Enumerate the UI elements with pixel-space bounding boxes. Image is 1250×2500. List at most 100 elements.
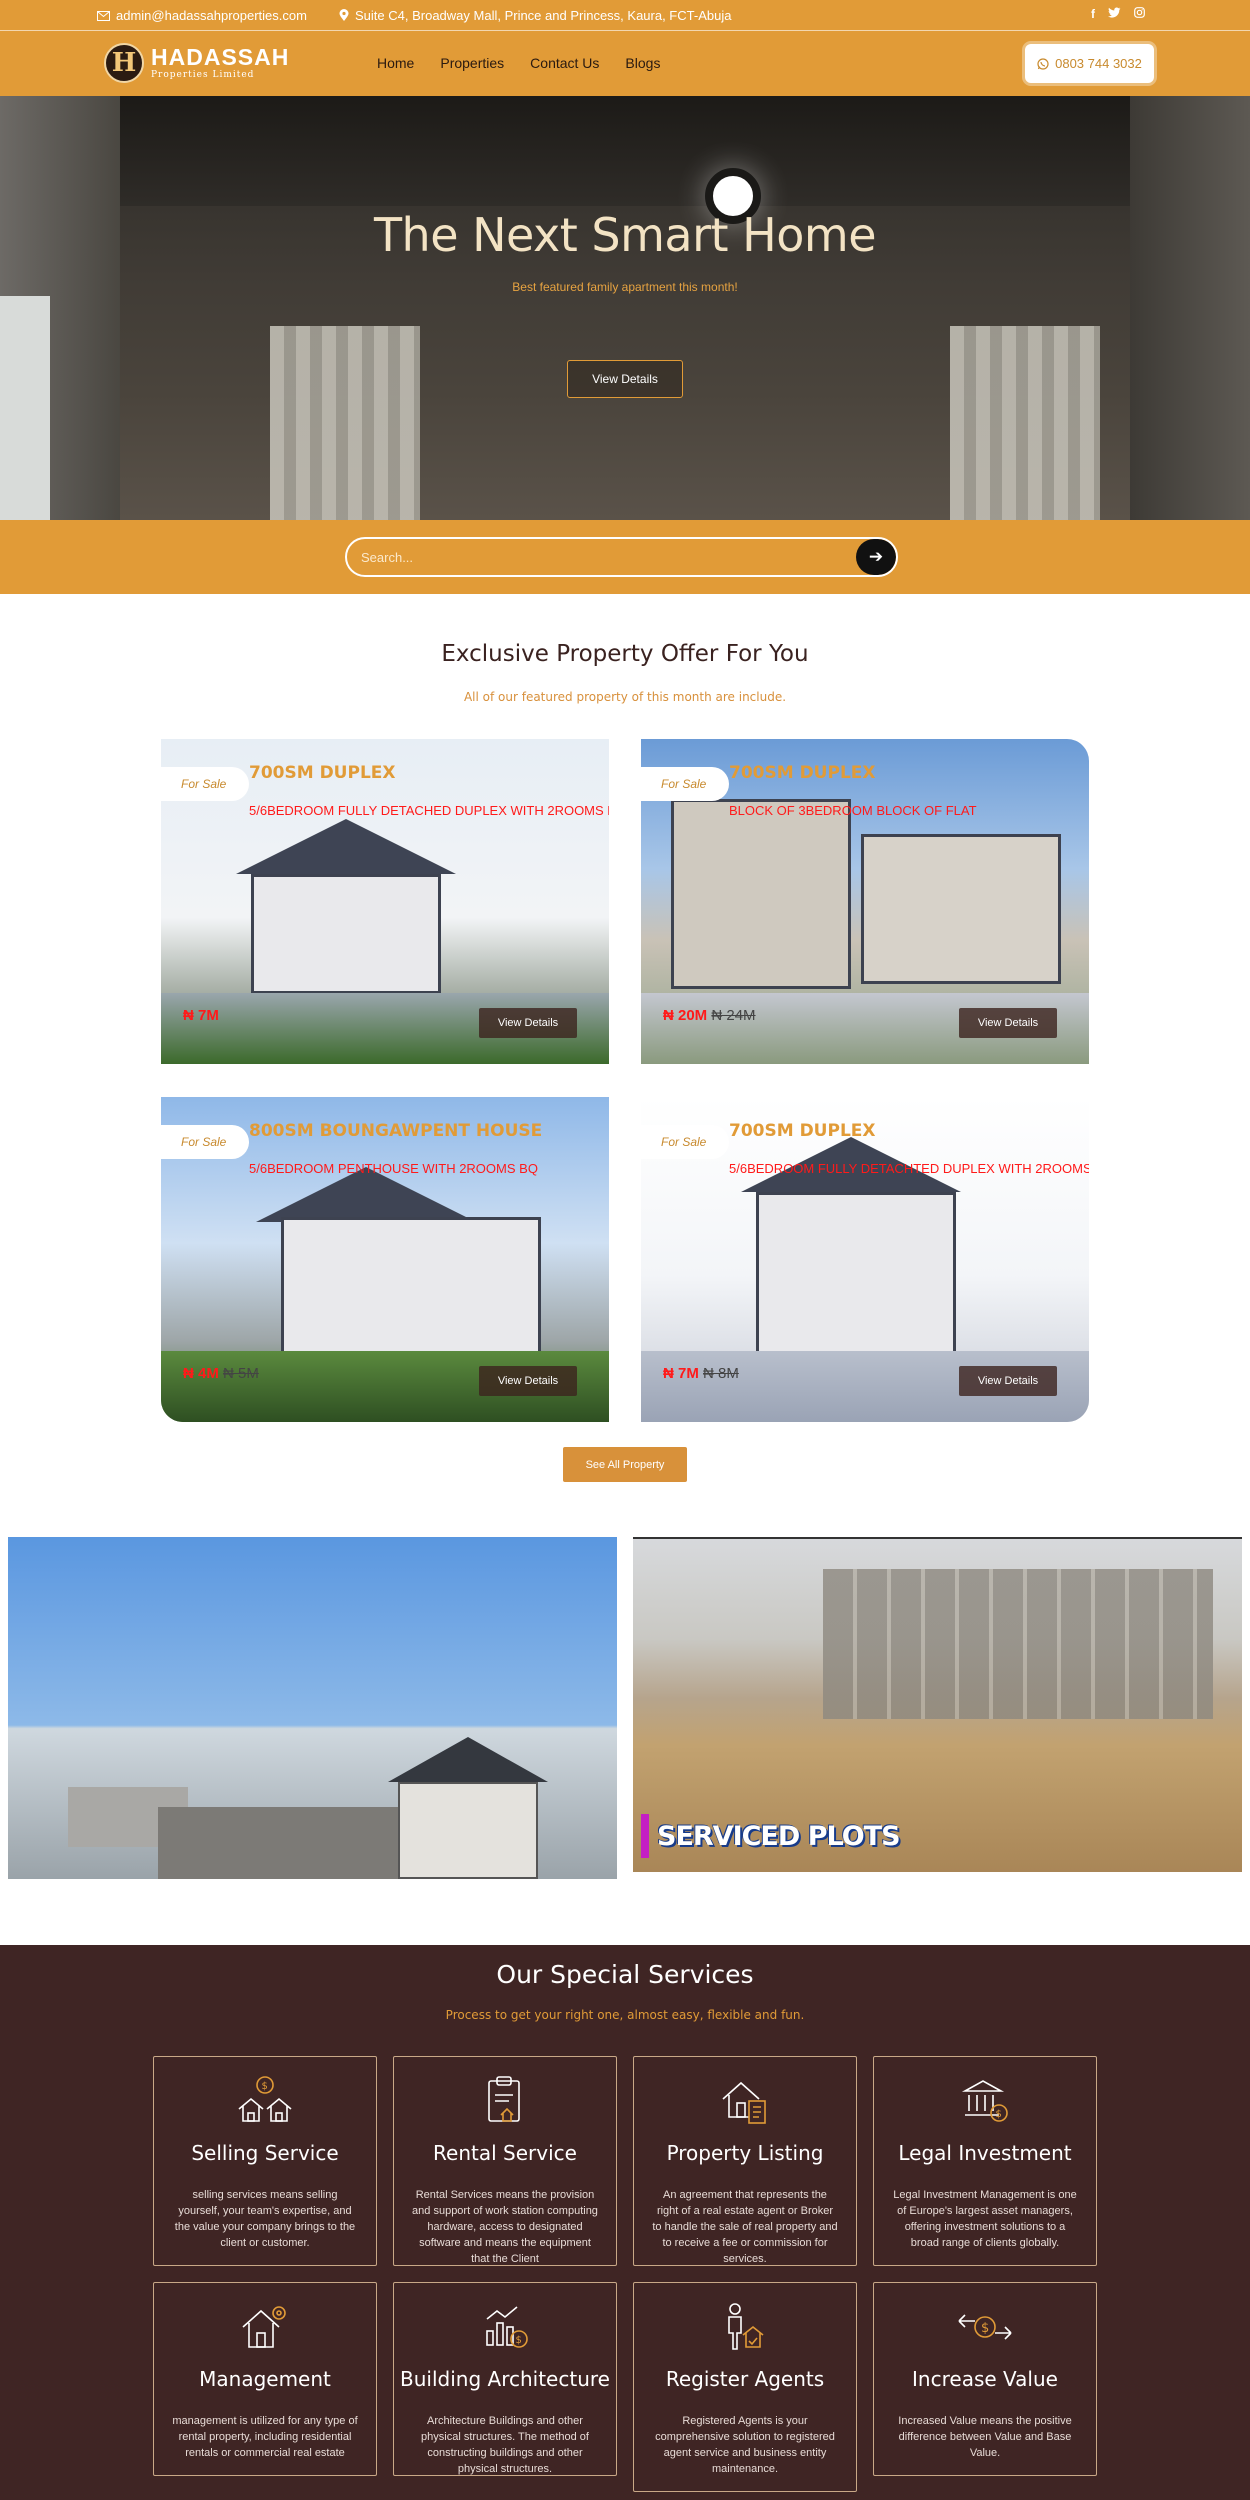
property-price: ₦ 7M: [183, 1007, 219, 1024]
property-description: 5/6BEDROOM FULLY DETACHTED DUPLEX WITH 2…: [729, 1161, 1089, 1176]
nav-link-contact[interactable]: Contact Us: [530, 55, 599, 71]
house-gear-icon: [242, 2306, 286, 2348]
nav-link-properties[interactable]: Properties: [440, 55, 504, 71]
curtain-right: [950, 326, 1100, 520]
logo[interactable]: H HADASSAH Properties Limited: [104, 43, 289, 83]
social-links: f: [1091, 7, 1145, 21]
houses-coin-icon: $: [238, 2076, 292, 2122]
service-title: Management: [199, 2367, 331, 2391]
email-text: admin@hadassahproperties.com: [116, 8, 307, 23]
property-card[interactable]: For Sale 700SM DUPLEX BLOCK OF 3BEDROOM …: [641, 739, 1089, 1064]
chart-coin-icon: $: [486, 2306, 528, 2348]
offers-title: Exclusive Property Offer For You: [441, 641, 809, 667]
promo-banner-house[interactable]: [8, 1537, 617, 1879]
property-card[interactable]: For Sale 700SM DUPLEX 5/6BEDROOM FULLY D…: [161, 739, 609, 1064]
contact-address: Suite C4, Broadway Mall, Prince and Prin…: [339, 8, 731, 23]
service-description: Legal Investment Management is one of Eu…: [893, 2189, 1077, 2249]
service-description: selling services means selling yourself,…: [174, 2189, 356, 2249]
for-sale-tag: For Sale: [161, 767, 249, 801]
nav-link-home[interactable]: Home: [377, 55, 414, 71]
house-image: [281, 1217, 541, 1357]
current-price: ₦ 20M: [663, 1007, 708, 1024]
service-card-building-architecture[interactable]: $ Building Architecture Architecture Bui…: [393, 2282, 617, 2476]
current-price: ₦ 7M: [663, 1365, 699, 1382]
service-description: management is utilized for any type of r…: [172, 2415, 358, 2459]
property-title: 700SM DUPLEX: [249, 763, 396, 783]
old-price: ₦ 24M: [711, 1007, 756, 1024]
hero-subtitle: Best featured family apartment this mont…: [512, 280, 738, 294]
arrow-right-icon: ➔: [868, 547, 884, 566]
nav-menu: Home Properties Contact Us Blogs: [377, 55, 660, 71]
service-card-property-listing[interactable]: Property Listing An agreement that repre…: [633, 2056, 857, 2266]
current-price: ₦ 4M: [183, 1365, 219, 1382]
house-image: [398, 1782, 538, 1879]
facebook-icon[interactable]: f: [1091, 7, 1095, 21]
svg-text:$: $: [516, 2335, 522, 2346]
service-title: Property Listing: [666, 2141, 824, 2165]
agent-house-icon: [728, 2303, 764, 2350]
services-title: Our Special Services: [496, 1960, 754, 1989]
logo-name: HADASSAH: [151, 44, 290, 70]
contact-email[interactable]: admin@hadassahproperties.com: [97, 8, 307, 23]
for-sale-tag: For Sale: [161, 1125, 249, 1159]
search-submit-button[interactable]: ➔: [856, 539, 896, 575]
serviced-plots-text: SERVICED PLOTS: [657, 1820, 901, 1852]
service-card-increase-value[interactable]: $ Increase Value Increased Value means t…: [873, 2282, 1097, 2476]
property-description: 5/6BEDROOM PENTHOUSE WITH 2ROOMS BQ: [249, 1161, 538, 1176]
service-description: Architecture Buildings and other physica…: [421, 2415, 589, 2475]
hero-banner: The Next Smart Home Best featured family…: [0, 96, 1250, 520]
hero-view-details-button[interactable]: View Details: [567, 360, 683, 398]
service-description: Increased Value means the positive diffe…: [898, 2415, 1072, 2459]
instagram-icon[interactable]: [1134, 7, 1145, 18]
service-title: Rental Service: [433, 2141, 577, 2165]
svg-text:$: $: [996, 2109, 1002, 2120]
nav-link-blogs[interactable]: Blogs: [625, 55, 660, 71]
old-price: ₦ 5M: [223, 1365, 259, 1382]
promo-banner-serviced-plots[interactable]: SERVICED PLOTS: [633, 1537, 1242, 1872]
view-details-button[interactable]: View Details: [479, 1366, 577, 1396]
house-listing-icon: [722, 2081, 766, 2124]
serviced-plots-label: SERVICED PLOTS: [641, 1814, 901, 1858]
house-image: [756, 1192, 956, 1362]
services-subtitle: Process to get your right one, almost ea…: [445, 2008, 805, 2022]
property-price: ₦ 4M ₦ 5M: [183, 1365, 259, 1382]
service-card-management[interactable]: Management management is utilized for an…: [153, 2282, 377, 2476]
view-details-button[interactable]: View Details: [959, 1008, 1057, 1038]
house-image: [671, 799, 851, 989]
logo-mark: H: [104, 43, 144, 83]
service-title: Building Architecture: [400, 2367, 610, 2391]
service-description: Rental Services means the provision and …: [412, 2189, 598, 2265]
property-title: 700SM DUPLEX: [729, 763, 876, 783]
service-description: An agreement that represents the right o…: [652, 2189, 838, 2265]
service-card-register-agents[interactable]: Register Agents Registered Agents is you…: [633, 2282, 857, 2492]
service-card-legal-investment[interactable]: $ Legal Investment Legal Investment Mana…: [873, 2056, 1097, 2266]
search-input[interactable]: [347, 539, 856, 575]
construction-image: [823, 1569, 1213, 1719]
service-description: Registered Agents is your comprehensive …: [655, 2415, 835, 2475]
envelope-icon: [97, 10, 110, 21]
for-sale-tag: For Sale: [641, 767, 729, 801]
twitter-icon[interactable]: [1108, 7, 1121, 18]
phone-button[interactable]: 0803 744 3032: [1025, 44, 1154, 83]
old-price: ₦ 8M: [703, 1365, 739, 1382]
coin-exchange-icon: $: [958, 2314, 1012, 2340]
property-price: ₦ 20M ₦ 24M: [663, 1007, 756, 1024]
property-card[interactable]: For Sale 800SM BOUNGAWPENT HOUSE 5/6BEDR…: [161, 1097, 609, 1422]
map-pin-icon: [339, 9, 349, 21]
service-title: Register Agents: [665, 2367, 825, 2391]
property-title: 700SM DUPLEX: [729, 1121, 876, 1141]
see-all-property-button[interactable]: See All Property: [563, 1447, 687, 1482]
svg-text:$: $: [262, 2081, 268, 2092]
phone-number: 0803 744 3032: [1055, 56, 1142, 71]
whatsapp-icon: [1037, 57, 1049, 70]
service-card-rental[interactable]: Rental Service Rental Services means the…: [393, 2056, 617, 2266]
view-details-button[interactable]: View Details: [479, 1008, 577, 1038]
property-card[interactable]: For Sale 700SM DUPLEX 5/6BEDROOM FULLY D…: [641, 1097, 1089, 1422]
main-navbar: H HADASSAH Properties Limited Home Prope…: [0, 31, 1250, 96]
property-description: BLOCK OF 3BEDROOM BLOCK OF FLAT: [729, 803, 977, 818]
service-card-selling[interactable]: $ Selling Service selling services means…: [153, 2056, 377, 2266]
view-details-button[interactable]: View Details: [959, 1366, 1057, 1396]
address-text: Suite C4, Broadway Mall, Prince and Prin…: [355, 8, 732, 23]
offers-subtitle: All of our featured property of this mon…: [463, 690, 787, 704]
current-price: ₦ 7M: [183, 1007, 219, 1024]
